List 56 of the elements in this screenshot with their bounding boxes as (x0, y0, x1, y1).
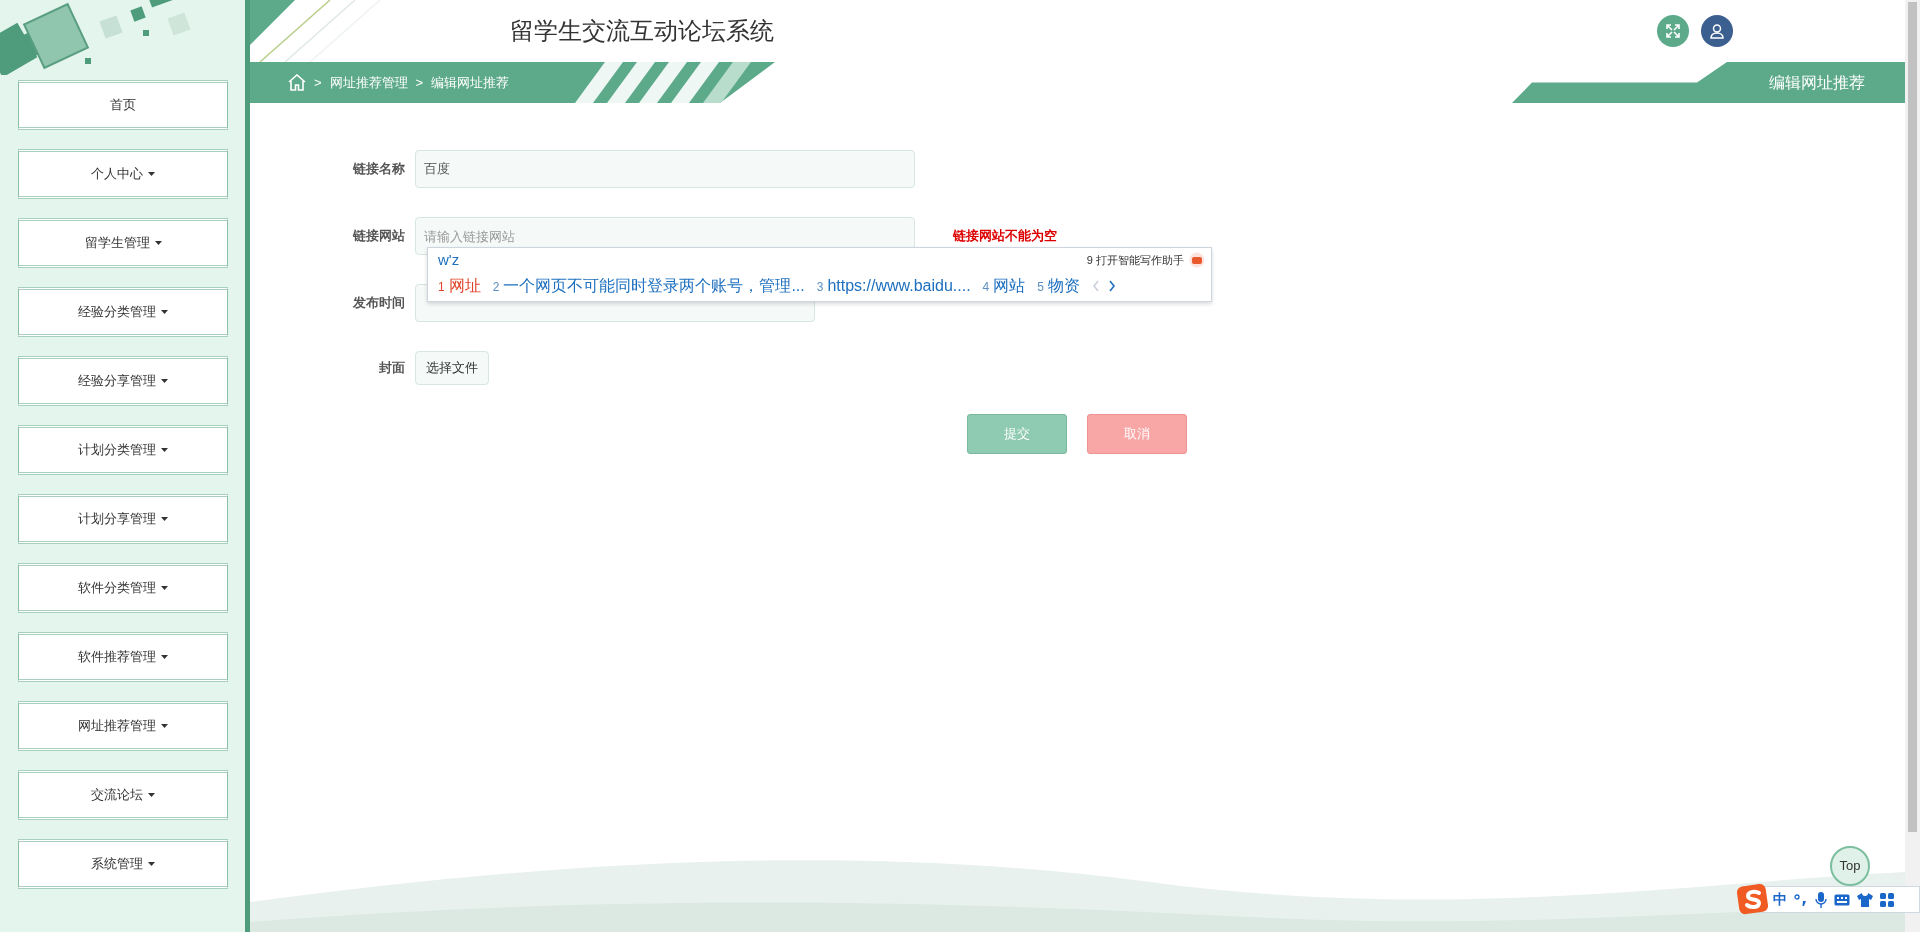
user-icon (1709, 23, 1725, 39)
caret-icon (161, 517, 168, 521)
scrollbar[interactable] (1905, 0, 1920, 932)
sidebar-menu-item[interactable]: 网址推荐管理 (18, 701, 228, 751)
caret-icon (161, 724, 168, 728)
ime-logo-icon[interactable] (1737, 883, 1769, 915)
caret-icon (161, 310, 168, 314)
caret-icon (161, 379, 168, 383)
punctuation-icon[interactable] (1794, 892, 1808, 907)
ime-candidate[interactable]: 5 物资 (1037, 274, 1080, 298)
shirt-icon[interactable] (1857, 892, 1873, 907)
ime-candidate[interactable]: 1 网址 (438, 274, 481, 298)
field-label: 发布时间 (352, 294, 406, 313)
grid-icon[interactable] (1880, 892, 1894, 907)
keyboard-icon[interactable] (1834, 893, 1850, 906)
caret-icon (148, 793, 155, 797)
field-label: 链接网站 (351, 227, 406, 246)
fullscreen-button[interactable] (1657, 15, 1689, 47)
sidebar-menu-item[interactable]: 软件推荐管理 (18, 632, 228, 682)
input-field[interactable]: 百度 (415, 150, 915, 188)
field-label: 链接名称 (351, 160, 406, 179)
ime-candidate[interactable]: 3 https://www.baidu.... (816, 274, 971, 298)
sidebar-menu-item[interactable]: 系统管理 (18, 839, 228, 889)
ime-mode-toggle[interactable]: 中 (1773, 889, 1787, 910)
user-button[interactable] (1701, 15, 1733, 47)
sidebar-menu-item[interactable]: 软件分类管理 (18, 563, 228, 613)
next-page-icon[interactable] (1107, 280, 1116, 292)
home-icon[interactable] (288, 74, 306, 91)
assistant-icon[interactable] (1189, 252, 1205, 268)
back-to-top-button[interactable]: Top (1830, 846, 1870, 886)
sidebar-menu-item[interactable]: 留学生管理 (18, 218, 228, 268)
caret-icon (148, 172, 155, 176)
caret-icon (161, 448, 168, 452)
caret-icon (161, 586, 168, 590)
error-message: 链接网站不能为空 (953, 227, 1057, 246)
caret-icon (154, 241, 162, 245)
page-title: 编辑网址推荐 (1769, 72, 1865, 93)
ime-candidate[interactable]: 2 一个网页不可能同时登录两个账号，管理... (492, 274, 805, 298)
breadcrumb-separator: > (415, 73, 424, 92)
file-select-button[interactable]: 选择文件 (415, 351, 489, 385)
breadcrumb-separator: > (314, 73, 322, 92)
caret-icon (148, 862, 155, 866)
caret-icon (161, 655, 168, 659)
sidebar-menu-item[interactable]: 个人中心 (18, 149, 228, 199)
sidebar-menu-item[interactable]: 交流论坛 (18, 770, 228, 820)
expand-icon (1665, 23, 1681, 39)
ime-candidate[interactable]: 4 网站 (982, 274, 1026, 298)
sidebar-menu-item[interactable]: 经验分类管理 (18, 287, 228, 337)
sidebar-menu-item[interactable]: 计划分享管理 (18, 494, 228, 544)
assistant-link[interactable]: 9 打开智能写作助手 (1086, 251, 1184, 269)
app-title: 留学生交流互动论坛系统 (510, 19, 774, 43)
sidebar-menu-item[interactable]: 计划分类管理 (18, 425, 228, 475)
field-label: 封面 (378, 359, 406, 378)
sidebar-menu-item[interactable]: 首页 (18, 80, 228, 130)
microphone-icon[interactable] (1815, 891, 1827, 908)
sidebar-menu-item[interactable]: 经验分享管理 (18, 356, 228, 406)
